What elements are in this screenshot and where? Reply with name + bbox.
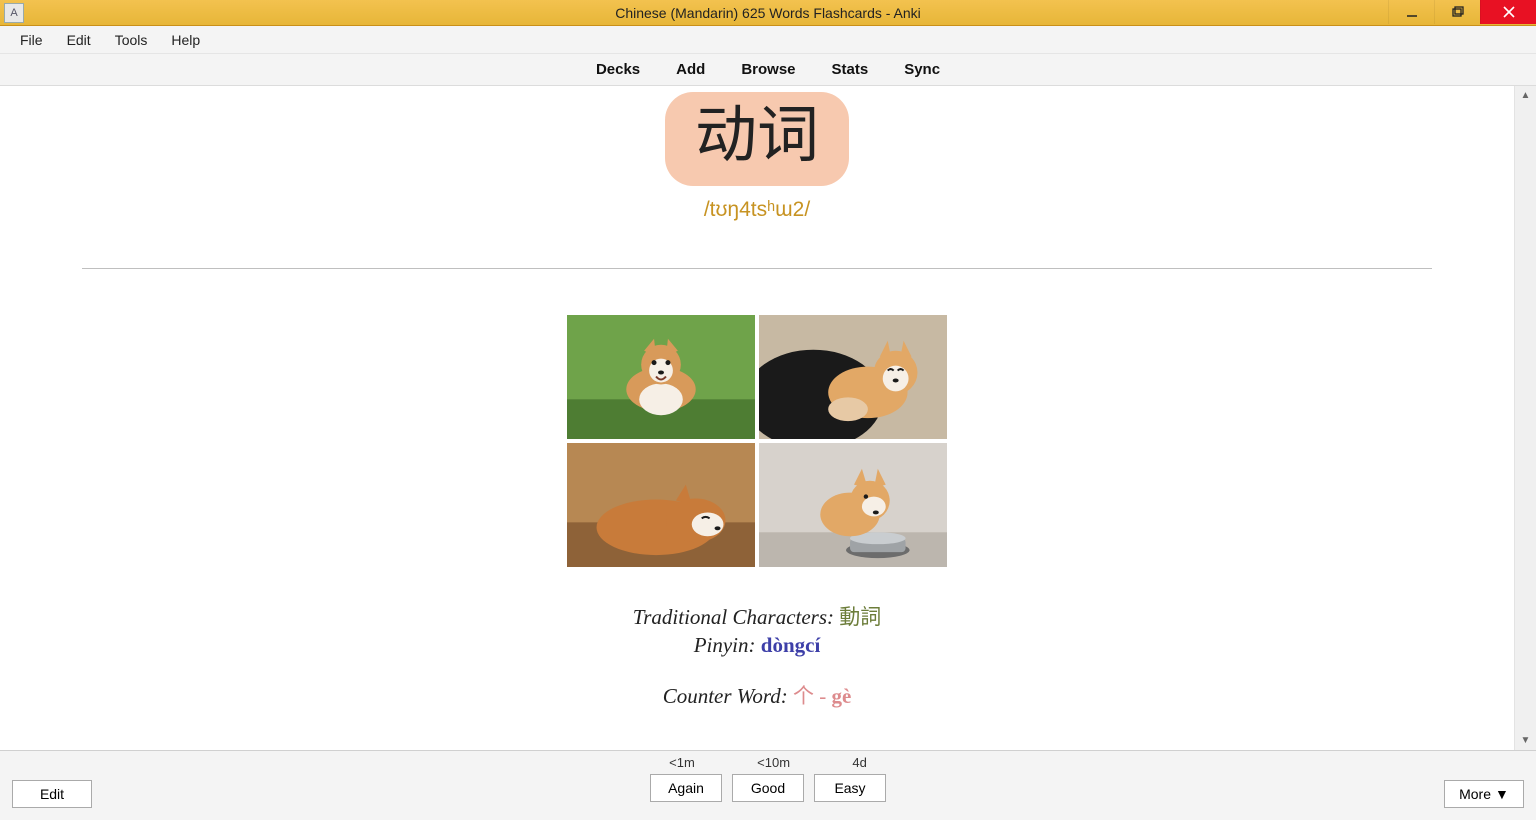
card-content-area: 动词 /tʊŋ4tsʰɯ2/	[0, 86, 1514, 750]
interval-again: <1m	[669, 755, 695, 770]
menu-help[interactable]: Help	[159, 29, 212, 51]
interval-good: <10m	[757, 755, 790, 770]
vertical-scrollbar[interactable]: ▲ ▼	[1514, 86, 1536, 750]
chevron-down-icon: ▼	[1495, 786, 1509, 802]
nav-toolbar: Decks Add Browse Stats Sync	[0, 54, 1536, 86]
card-image-2	[759, 315, 947, 439]
easy-button[interactable]: Easy	[814, 774, 886, 802]
counter-char: 个	[793, 684, 814, 708]
window-minimize-button[interactable]	[1388, 0, 1434, 24]
window-close-button[interactable]	[1480, 0, 1536, 24]
answer-intervals: <1m <10m 4d	[638, 755, 898, 770]
card-image-4	[759, 443, 947, 567]
nav-sync[interactable]: Sync	[886, 57, 958, 82]
pinyin-value: dòngcí	[761, 633, 821, 657]
card-word: 动词	[665, 92, 849, 186]
menu-bar: File Edit Tools Help	[0, 26, 1536, 54]
more-label: More	[1459, 786, 1491, 802]
nav-add[interactable]: Add	[658, 57, 723, 82]
card-image-1	[567, 315, 755, 439]
counter-pinyin: gè	[831, 684, 851, 708]
window-maximize-button[interactable]	[1434, 0, 1480, 24]
counter-label: Counter Word:	[663, 684, 793, 708]
again-button[interactable]: Again	[650, 774, 722, 802]
trad-label: Traditional Characters:	[633, 605, 840, 629]
nav-stats[interactable]: Stats	[814, 57, 887, 82]
card-image-3	[567, 443, 755, 567]
app-icon: A	[4, 3, 24, 23]
scroll-up-icon[interactable]: ▲	[1521, 86, 1531, 105]
menu-file[interactable]: File	[8, 29, 55, 51]
counter-dash: -	[814, 684, 832, 708]
more-button[interactable]: More ▼	[1444, 780, 1524, 808]
menu-edit[interactable]: Edit	[55, 29, 103, 51]
window-titlebar: A Chinese (Mandarin) 625 Words Flashcard…	[0, 0, 1536, 26]
card-ipa: /tʊŋ4tsʰɯ2/	[704, 198, 810, 222]
nav-decks[interactable]: Decks	[578, 57, 658, 82]
scroll-down-icon[interactable]: ▼	[1521, 731, 1531, 750]
card-image-grid	[567, 315, 947, 567]
menu-tools[interactable]: Tools	[103, 29, 160, 51]
pinyin-label: Pinyin:	[694, 633, 761, 657]
review-footer: Edit <1m <10m 4d Again Good Easy More ▼	[0, 750, 1536, 820]
edit-button[interactable]: Edit	[12, 780, 92, 808]
trad-characters: 動詞	[839, 605, 881, 629]
good-button[interactable]: Good	[732, 774, 804, 802]
interval-easy: 4d	[852, 755, 866, 770]
divider	[82, 268, 1432, 269]
window-title: Chinese (Mandarin) 625 Words Flashcards …	[0, 5, 1536, 21]
nav-browse[interactable]: Browse	[723, 57, 813, 82]
